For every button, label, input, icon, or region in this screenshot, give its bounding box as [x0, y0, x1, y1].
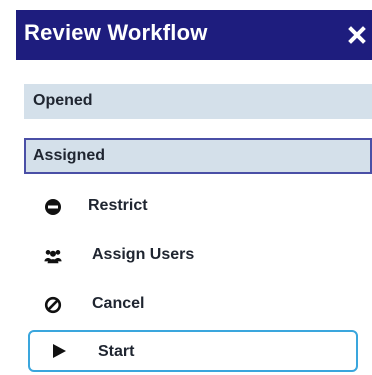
play-icon	[53, 344, 66, 358]
cancel-label: Cancel	[92, 295, 145, 312]
start-action[interactable]: Start	[28, 330, 358, 372]
ban-icon	[44, 296, 62, 314]
minus-circle-icon	[45, 199, 61, 215]
state-opened-label: Opened	[33, 92, 93, 109]
state-assigned[interactable]: Assigned	[24, 138, 372, 174]
close-icon	[348, 26, 366, 44]
restrict-label: Restrict	[88, 197, 148, 214]
panel-header: Review Workflow	[16, 10, 372, 60]
close-button[interactable]	[344, 21, 370, 49]
state-opened[interactable]: Opened	[24, 84, 372, 119]
state-assigned-label: Assigned	[33, 147, 106, 164]
review-workflow-panel: Review Workflow Opened Assigned Restrict…	[0, 0, 372, 375]
restrict-action[interactable]: Restrict	[24, 189, 372, 225]
assign-users-action[interactable]: Assign Users	[24, 238, 372, 274]
panel-title: Review Workflow	[24, 20, 208, 45]
assign-users-label: Assign Users	[92, 246, 195, 263]
cancel-action[interactable]: Cancel	[24, 287, 372, 323]
start-label: Start	[98, 343, 135, 360]
users-icon	[44, 250, 62, 264]
